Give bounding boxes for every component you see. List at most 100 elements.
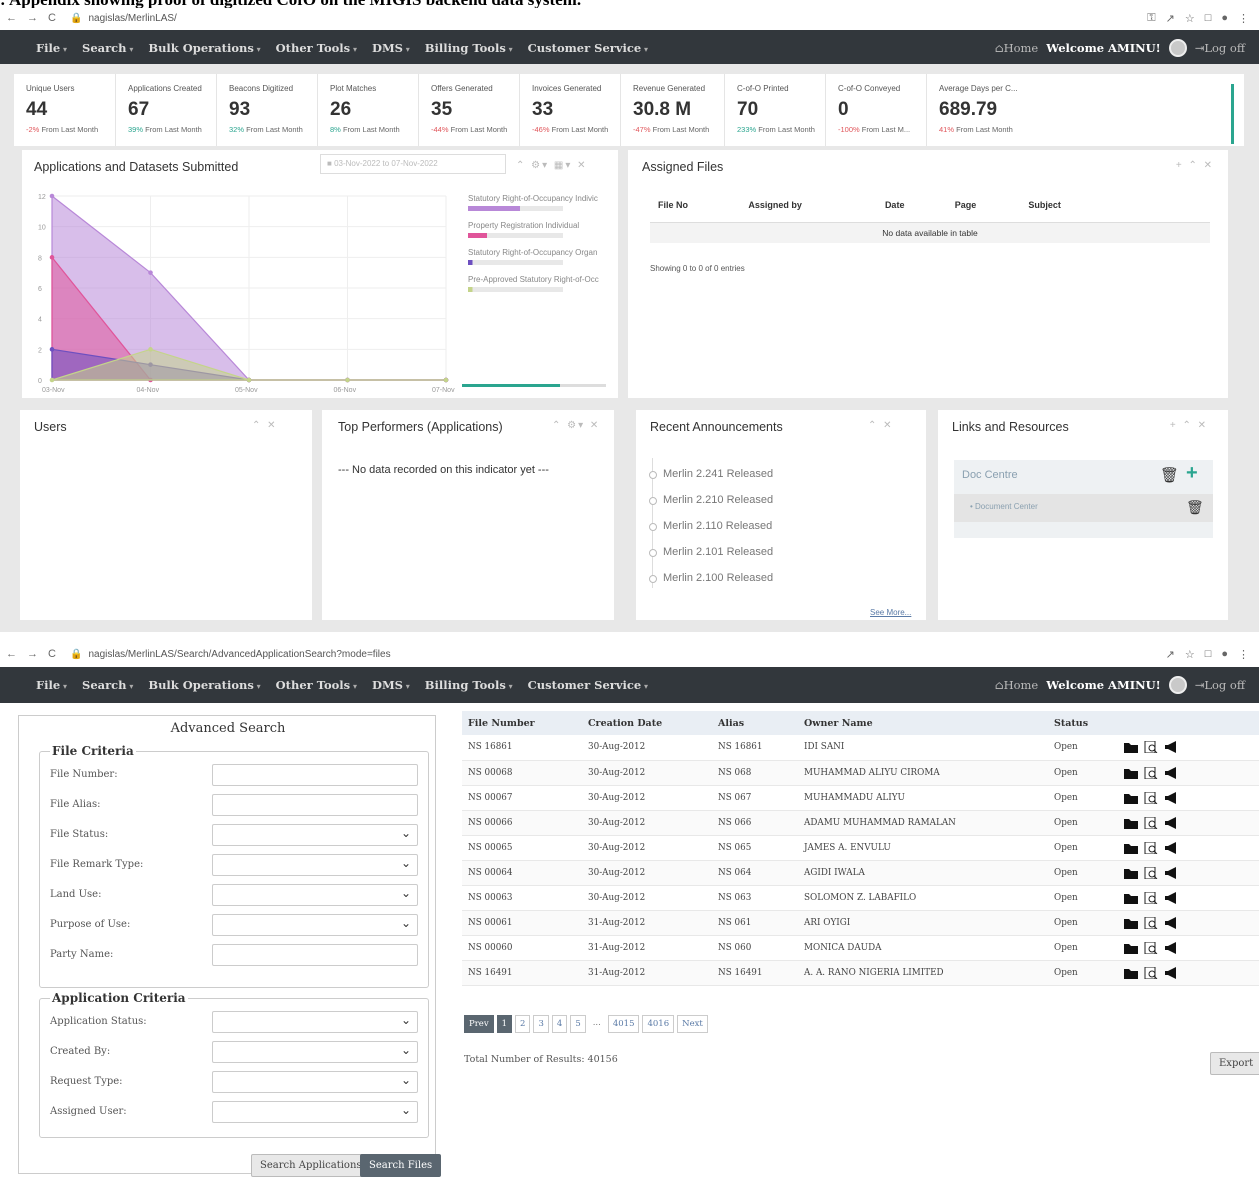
megaphone-icon[interactable]: [1164, 941, 1178, 954]
megaphone-icon[interactable]: [1164, 866, 1178, 879]
date-range-picker[interactable]: ■ 03-Nov-2022 to 07-Nov-2022: [320, 154, 506, 174]
window-icon[interactable]: □: [1205, 12, 1212, 25]
profile-icon[interactable]: ●: [1221, 12, 1228, 25]
column-header[interactable]: Date: [876, 188, 947, 223]
avatar[interactable]: [1168, 39, 1187, 57]
chart-scrollbar[interactable]: [462, 384, 606, 387]
window-icon[interactable]: □: [1205, 648, 1212, 661]
panel-controls[interactable]: ⌃ ✕: [252, 420, 278, 431]
folder-icon[interactable]: [1124, 917, 1138, 929]
browser-nav[interactable]: ← → C: [0, 12, 70, 24]
select-dropdown[interactable]: [212, 1011, 418, 1033]
trash-icon[interactable]: 🗑: [1186, 499, 1204, 516]
folder-icon[interactable]: [1124, 792, 1138, 804]
search-document-icon[interactable]: [1144, 916, 1158, 929]
menu-item[interactable]: Billing Tools: [425, 41, 513, 55]
table-row[interactable]: NS 00064 30-Aug-2012 NS 064 AGIDI IWALA Open: [462, 860, 1259, 886]
search-document-icon[interactable]: [1144, 791, 1158, 804]
column-header[interactable]: Subject: [1020, 188, 1116, 223]
megaphone-icon[interactable]: [1164, 741, 1178, 754]
column-header[interactable]: File Number: [462, 711, 582, 735]
menu-item[interactable]: DMS: [372, 678, 410, 692]
column-header[interactable]: Owner Name: [798, 711, 1048, 735]
page-link[interactable]: 2: [515, 1015, 531, 1033]
panel-controls[interactable]: + ⌃ ✕: [1170, 420, 1208, 431]
menu-item[interactable]: File: [36, 678, 67, 692]
table-row[interactable]: NS 16491 31-Aug-2012 NS 16491 A. A. RANO NI…: [462, 960, 1259, 986]
url-text[interactable]: nagislas/MerlinLAS/: [88, 13, 176, 24]
table-row[interactable]: NS 00063 30-Aug-2012 NS 063 SOLOMON Z. LABA…: [462, 885, 1259, 911]
announcement-item[interactable]: Merlin 2.101 Released: [649, 546, 773, 572]
megaphone-icon[interactable]: [1164, 791, 1178, 804]
folder-icon[interactable]: [1124, 892, 1138, 904]
menu-item[interactable]: Search: [82, 41, 133, 55]
menu-item[interactable]: Search: [82, 678, 133, 692]
search-document-icon[interactable]: [1144, 966, 1158, 979]
key-icon[interactable]: ⚿: [1147, 12, 1155, 25]
logoff-link[interactable]: ⇥Log off: [1195, 678, 1245, 692]
column-header[interactable]: Status: [1048, 711, 1118, 735]
profile-icon[interactable]: ●: [1221, 648, 1228, 661]
page-link[interactable]: 3: [533, 1015, 549, 1033]
prev-page-button[interactable]: Prev: [464, 1015, 494, 1033]
search-document-icon[interactable]: [1144, 740, 1158, 754]
avatar[interactable]: [1168, 676, 1187, 694]
page-link[interactable]: 4016: [642, 1015, 675, 1033]
reload-icon[interactable]: C: [48, 12, 56, 24]
search-document-icon[interactable]: [1144, 941, 1158, 954]
kebab-icon[interactable]: ⋮: [1238, 648, 1249, 661]
table-row[interactable]: NS 16861 30-Aug-2012 NS 16861 IDI SANI Open: [462, 735, 1259, 761]
legend-item[interactable]: Statutory Right-of-Occupancy Indivic: [468, 194, 608, 211]
star-icon[interactable]: ☆: [1185, 12, 1195, 25]
search-document-icon[interactable]: [1144, 816, 1158, 829]
search-document-icon[interactable]: [1144, 766, 1158, 779]
folder-icon[interactable]: [1124, 967, 1138, 979]
panel-controls[interactable]: ⌃ ✕: [868, 420, 894, 431]
page-link[interactable]: 4: [551, 1015, 568, 1033]
table-row[interactable]: NS 00061 31-Aug-2012 NS 061 ARI OYIGI Open: [462, 910, 1259, 936]
legend-item[interactable]: Property Registration Individual: [468, 221, 608, 238]
legend-item[interactable]: Pre-Approved Statutory Right-of-Occ: [468, 275, 608, 292]
folder-icon[interactable]: [1124, 942, 1138, 954]
next-page-button[interactable]: Next: [677, 1015, 708, 1033]
select-dropdown[interactable]: [212, 914, 418, 936]
see-more-link[interactable]: See More...: [870, 608, 911, 617]
announcement-item[interactable]: Merlin 2.110 Released: [649, 520, 773, 546]
search-document-icon[interactable]: [1144, 866, 1158, 879]
url-text[interactable]: nagislas/MerlinLAS/Search/AdvancedApplic…: [88, 649, 390, 660]
column-header[interactable]: [1178, 188, 1210, 223]
announcement-item[interactable]: Merlin 2.100 Released: [649, 572, 773, 598]
folder-icon[interactable]: [1124, 741, 1138, 754]
browser-nav[interactable]: ← → C: [0, 648, 70, 660]
add-icon[interactable]: +: [1186, 462, 1198, 485]
search-document-icon[interactable]: [1144, 891, 1158, 904]
menu-item[interactable]: Customer Service: [528, 678, 648, 692]
kebab-icon[interactable]: ⋮: [1238, 12, 1249, 25]
column-header[interactable]: Creation Date: [582, 711, 712, 735]
panel-controls[interactable]: ⌃ ⚙▾ ▦▾ ✕: [516, 160, 588, 171]
folder-icon[interactable]: [1124, 867, 1138, 879]
home-link[interactable]: ⌂Home: [995, 41, 1038, 55]
table-row[interactable]: NS 00066 30-Aug-2012 NS 066 ADAMU MUHAMMAD …: [462, 810, 1259, 836]
logoff-link[interactable]: ⇥Log off: [1195, 41, 1245, 55]
table-row[interactable]: NS 00060 31-Aug-2012 NS 060 MONICA DAUDA Ope…: [462, 935, 1259, 961]
folder-icon[interactable]: [1124, 817, 1138, 829]
panel-controls[interactable]: ⌃ ⚙▾ ✕: [552, 420, 600, 431]
column-header[interactable]: File No: [650, 188, 741, 223]
table-row[interactable]: NS 00065 30-Aug-2012 NS 065 JAMES A. ENVULU…: [462, 835, 1259, 861]
address-bar[interactable]: 🔒 nagislas/MerlinLAS/Search/AdvancedAppli…: [70, 649, 391, 660]
menu-item[interactable]: Bulk Operations: [148, 41, 260, 55]
select-dropdown[interactable]: [212, 1041, 418, 1063]
megaphone-icon[interactable]: [1164, 816, 1178, 829]
menu-item[interactable]: Other Tools: [276, 41, 357, 55]
forward-icon[interactable]: →: [27, 12, 38, 24]
megaphone-icon[interactable]: [1164, 766, 1178, 779]
reload-icon[interactable]: C: [48, 648, 56, 660]
column-header[interactable]: Alias: [712, 711, 798, 735]
column-header[interactable]: [1118, 711, 1259, 735]
share-icon[interactable]: ↗: [1166, 12, 1175, 25]
folder-icon[interactable]: [1124, 842, 1138, 854]
select-dropdown[interactable]: [212, 1071, 418, 1093]
share-icon[interactable]: ↗: [1166, 648, 1175, 661]
menu-item[interactable]: Other Tools: [276, 678, 357, 692]
